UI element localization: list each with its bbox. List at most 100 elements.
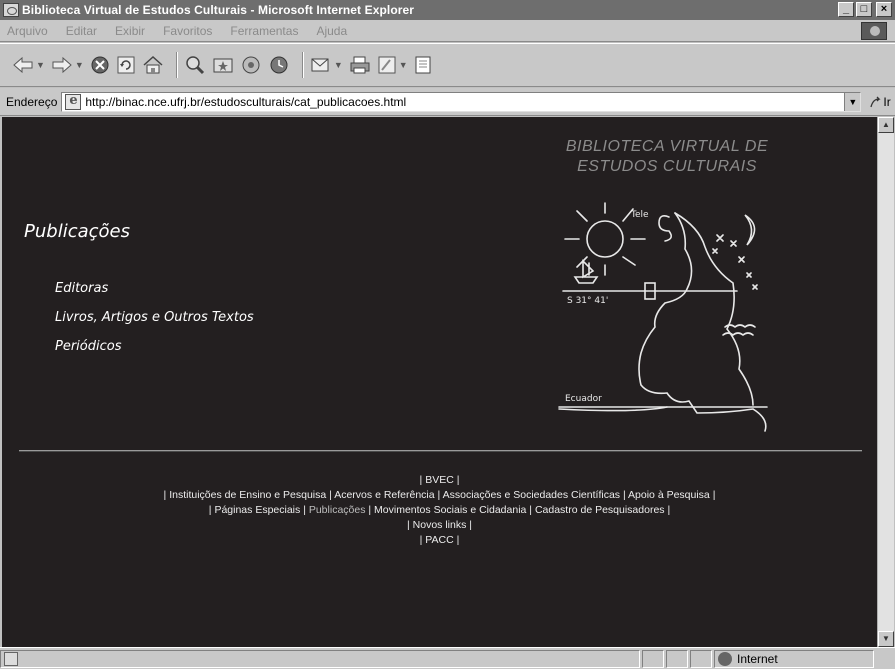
status-bar: Internet: [0, 647, 895, 669]
address-bar: Endereço http://binac.nce.ufrj.br/estudo…: [0, 88, 895, 116]
footer-separator: |: [469, 519, 472, 531]
status-cell: [642, 649, 664, 668]
footer-line-4: | Novos links |: [2, 518, 877, 533]
address-input[interactable]: http://binac.nce.ufrj.br/estudosculturai…: [61, 91, 862, 112]
standard-toolbar: ▼ ▼ ▼ ▼: [0, 43, 895, 87]
close-button[interactable]: ×: [876, 2, 892, 17]
footer-separator: |: [667, 504, 671, 516]
forward-button[interactable]: ▼: [51, 52, 84, 78]
history-icon: [270, 56, 288, 74]
history-button[interactable]: [268, 52, 290, 78]
footer-line-3: | Páginas Especiais | Publicações | Movi…: [2, 503, 877, 518]
footer-link-instituicoes[interactable]: Instituições de Ensino e Pesquisa: [169, 489, 326, 501]
status-text-cell: [0, 649, 640, 668]
menu-arquivo[interactable]: Arquivo: [4, 24, 51, 38]
horizontal-divider: [19, 450, 862, 452]
footer-separator: |: [407, 519, 410, 531]
footer-link-cadastro[interactable]: Cadastro de Pesquisadores: [535, 504, 665, 516]
map-label-ecuador: Ecuador: [565, 394, 602, 404]
chevron-down-icon[interactable]: ▼: [334, 60, 343, 70]
mail-button[interactable]: ▼: [310, 52, 343, 78]
footer-separator: |: [329, 489, 332, 501]
footer-separator: |: [419, 474, 423, 486]
scroll-down-arrow-icon[interactable]: ▼: [878, 631, 894, 647]
forward-arrow-icon: [52, 56, 72, 74]
footer-link-movimentos[interactable]: Movimentos Sociais e Cidadania: [374, 504, 526, 516]
scroll-up-arrow-icon[interactable]: ▲: [878, 117, 894, 133]
hand-drawn-map-illustration: Tele S 31° 41' Ecuador: [558, 202, 768, 432]
favorites-button[interactable]: [212, 52, 234, 78]
menu-exibir[interactable]: Exibir: [112, 24, 148, 38]
footer-separator: |: [208, 504, 212, 516]
discuss-button[interactable]: [414, 52, 432, 78]
link-periodicos[interactable]: Periódicos: [55, 339, 254, 354]
stop-icon: [91, 56, 109, 74]
footer-link-paginas-especiais[interactable]: Páginas Especiais: [214, 504, 300, 516]
footer-line-2: | Instituições de Ensino e Pesquisa | Ac…: [2, 488, 877, 503]
edit-button[interactable]: ▼: [377, 52, 408, 78]
home-button[interactable]: [142, 52, 164, 78]
refresh-button[interactable]: [116, 52, 136, 78]
footer-separator: |: [303, 504, 306, 516]
footer-link-publicacoes[interactable]: Publicações: [309, 504, 366, 516]
menu-ajuda[interactable]: Ajuda: [313, 24, 350, 38]
chevron-down-icon[interactable]: ▼: [75, 60, 84, 70]
stop-button[interactable]: [90, 52, 110, 78]
publication-links: Editoras Livros, Artigos e Outros Textos…: [55, 281, 254, 368]
map-label-coords: S 31° 41': [567, 296, 608, 306]
media-button[interactable]: [240, 52, 262, 78]
status-cell: [666, 649, 688, 668]
chevron-down-icon[interactable]: ▼: [36, 60, 45, 70]
address-url[interactable]: http://binac.nce.ufrj.br/estudosculturai…: [85, 95, 406, 109]
section-title: Publicações: [24, 221, 130, 242]
media-icon: [242, 56, 260, 74]
menu-favoritos[interactable]: Favoritos: [160, 24, 215, 38]
address-dropdown-icon[interactable]: ▼: [844, 92, 861, 111]
edit-icon: [378, 56, 396, 74]
sun-drawing: [586, 220, 624, 258]
footer-link-apoio[interactable]: Apoio à Pesquisa: [628, 489, 710, 501]
toolbar-separator: [175, 52, 178, 78]
page-status-icon: [4, 651, 18, 666]
windows-logo-throbber-icon: [861, 22, 887, 40]
footer-separator: |: [368, 504, 372, 516]
globe-icon: [718, 651, 732, 666]
continent-outline: [638, 212, 767, 432]
go-button[interactable]: Ir: [869, 94, 891, 109]
window-title: Biblioteca Virtual de Estudos Culturais …: [22, 3, 415, 17]
link-editoras[interactable]: Editoras: [55, 281, 254, 296]
ie-app-icon[interactable]: [3, 3, 19, 17]
link-livros-artigos[interactable]: Livros, Artigos e Outros Textos: [55, 310, 254, 325]
address-label: Endereço: [6, 94, 58, 109]
map-label-tele: Tele: [630, 210, 649, 220]
print-button[interactable]: [349, 52, 371, 78]
vertical-scrollbar[interactable]: ▲ ▼: [877, 117, 894, 647]
window-controls: _ □ ×: [838, 2, 892, 17]
footer-separator: |: [456, 534, 460, 546]
menu-editar[interactable]: Editar: [63, 24, 100, 38]
site-title: BIBLIOTECA VIRTUAL DE ESTUDOS CULTURAIS: [547, 137, 787, 177]
chevron-down-icon[interactable]: ▼: [399, 60, 408, 70]
menu-ferramentas[interactable]: Ferramentas: [227, 24, 301, 38]
footer-separator: |: [456, 474, 460, 486]
footer-link-pacc[interactable]: PACC: [425, 534, 453, 546]
back-button[interactable]: ▼: [12, 52, 45, 78]
go-label: Ir: [883, 94, 891, 109]
footer-link-acervos[interactable]: Acervos e Referência: [334, 489, 434, 501]
minimize-button[interactable]: _: [838, 2, 854, 17]
footer-link-novos-links[interactable]: Novos links: [413, 519, 467, 531]
footer-separator: |: [712, 489, 716, 501]
footer-link-bvec[interactable]: BVEC: [425, 474, 454, 486]
footer-separator: |: [419, 534, 423, 546]
maximize-button[interactable]: □: [856, 2, 872, 17]
discuss-icon: [415, 56, 431, 74]
footer-navigation: | BVEC | | Instituições de Ensino e Pesq…: [2, 473, 877, 548]
go-arrow-icon: [870, 96, 881, 107]
search-icon: [186, 56, 204, 75]
footer-link-associacoes[interactable]: Associações e Sociedades Científicas: [443, 489, 620, 501]
footer-separator: |: [529, 504, 533, 516]
footer-line-1: | BVEC |: [2, 473, 877, 488]
moon-drawing: [744, 214, 756, 246]
search-button[interactable]: [184, 52, 206, 78]
security-zone-cell: Internet: [714, 649, 874, 668]
